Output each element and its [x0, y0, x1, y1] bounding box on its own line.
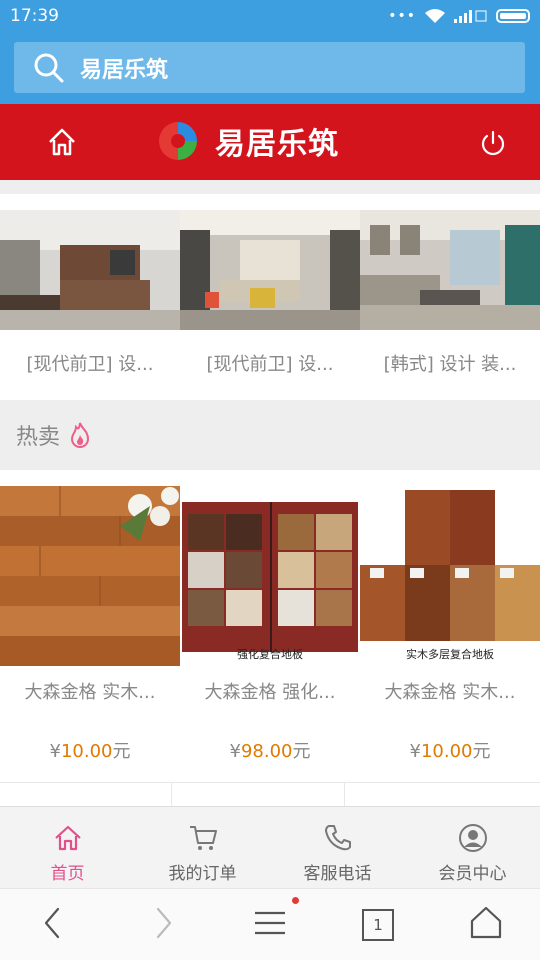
product-name: 大森金格 实木... — [384, 682, 516, 703]
tab-service-phone[interactable]: 客服电话 — [270, 807, 405, 888]
brand-logo: 易居乐筑 — [155, 118, 339, 164]
status-time: 17:39 — [10, 6, 59, 26]
product-name: 大森金格 强化... — [204, 682, 336, 703]
tab-label: 客服电话 — [303, 864, 372, 884]
product-caption: 强化复合地板 — [237, 648, 303, 661]
search-input[interactable]: 易居乐筑 — [14, 42, 525, 93]
product-list: 大森金格 实木... ¥10.00元 强化复合地板 大森金格 强化... ¥98… — [0, 470, 540, 782]
product-card[interactable]: 大森金格 实木... ¥10.00元 — [0, 470, 180, 782]
wifi-icon — [425, 9, 445, 23]
app-header: 易居乐筑 — [0, 104, 540, 180]
home-nav-icon[interactable] — [468, 903, 504, 943]
tab-member-center[interactable]: 会员中心 — [405, 807, 540, 888]
more-dots-icon: ••• — [388, 8, 416, 24]
status-bar: 17:39 ••• — [0, 0, 540, 32]
logo-text: 易居乐筑 — [215, 127, 339, 162]
power-icon[interactable] — [478, 128, 508, 158]
product-image — [0, 486, 180, 666]
price-value: 98.00 — [240, 741, 293, 762]
design-image — [180, 210, 360, 330]
section-divider — [0, 180, 540, 194]
spacer — [0, 194, 540, 210]
design-title: [现代前卫] 设... — [26, 354, 154, 375]
phone-icon — [324, 825, 351, 851]
design-title: [韩式] 设计 装... — [383, 354, 517, 375]
product-caption: 实木多层复合地板 — [406, 648, 494, 661]
tab-label: 会员中心 — [438, 864, 507, 884]
search-icon — [34, 53, 64, 82]
tab-orders[interactable]: 我的订单 — [135, 807, 270, 888]
tab-label: 我的订单 — [168, 864, 237, 884]
row-divider — [0, 782, 540, 807]
price-value: 10.00 — [60, 741, 113, 762]
product-image — [360, 486, 540, 666]
browser-nav-bar: 1 — [0, 888, 540, 960]
product-price: ¥98.00元 — [229, 741, 311, 762]
home-icon — [54, 825, 81, 851]
status-icons: ••• — [388, 8, 530, 24]
notification-dot — [292, 897, 299, 904]
tab-count: 1 — [373, 916, 383, 934]
cart-icon — [189, 826, 217, 850]
hot-label: 热卖 — [16, 425, 61, 450]
forward-icon[interactable] — [150, 903, 176, 943]
design-card[interactable]: [韩式] 设计 装... — [360, 210, 540, 400]
hot-section-header: 热卖 — [0, 400, 540, 470]
tabs-count-button[interactable]: 1 — [362, 909, 394, 941]
user-icon — [458, 824, 487, 852]
bottom-tab-bar: 首页 我的订单 客服电话 会员中心 — [0, 806, 540, 888]
design-card[interactable]: [现代前卫] 设... — [0, 210, 180, 400]
home-icon[interactable] — [46, 126, 78, 158]
product-price: ¥10.00元 — [49, 741, 131, 762]
logo-mark-icon — [159, 122, 197, 160]
design-title: [现代前卫] 设... — [206, 354, 334, 375]
menu-icon[interactable] — [252, 903, 288, 943]
search-area: 易居乐筑 — [0, 32, 540, 104]
product-card[interactable]: 实木多层复合地板 大森金格 实木... ¥10.00元 — [360, 470, 540, 782]
design-image — [0, 210, 180, 330]
search-text: 易居乐筑 — [80, 57, 169, 83]
signal-icon — [454, 10, 487, 23]
design-card[interactable]: [现代前卫] 设... — [180, 210, 360, 400]
tab-home[interactable]: 首页 — [0, 807, 135, 888]
price-value: 10.00 — [420, 741, 473, 762]
design-list: [现代前卫] 设... [现代前卫] 设... [韩式] 设计 装... — [0, 210, 540, 400]
fire-icon — [71, 422, 90, 448]
product-image — [180, 486, 360, 666]
battery-icon — [496, 9, 530, 23]
design-image — [360, 210, 540, 330]
product-name: 大森金格 实木... — [24, 682, 156, 703]
back-icon[interactable] — [40, 903, 66, 943]
product-card[interactable]: 强化复合地板 大森金格 强化... ¥98.00元 — [180, 470, 360, 782]
tab-label: 首页 — [50, 864, 85, 884]
product-price: ¥10.00元 — [409, 741, 491, 762]
